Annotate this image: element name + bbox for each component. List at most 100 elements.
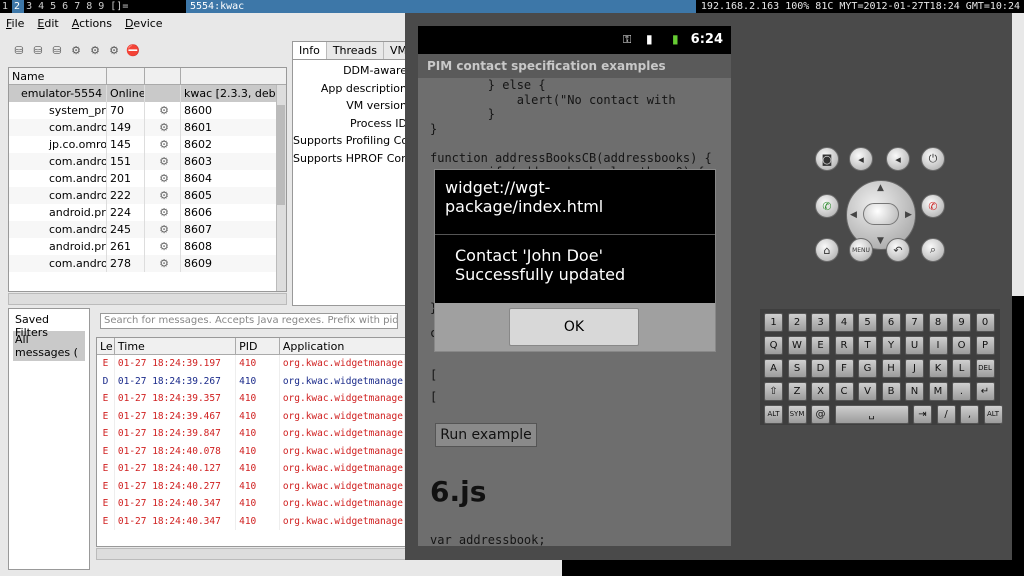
debug-process-icon[interactable]: ⛁: [12, 43, 26, 57]
key-3-9[interactable]: ↵: [975, 382, 995, 401]
log-row[interactable]: E 01-27 18:24:40.127 410 org.kwac.widgetman…: [97, 460, 405, 478]
key-1-3[interactable]: R: [834, 336, 854, 355]
key-1-7[interactable]: I: [928, 336, 948, 355]
key-2-5[interactable]: H: [881, 359, 901, 378]
key-3-8[interactable]: .: [952, 382, 971, 401]
update-heap-icon[interactable]: ⛁: [31, 43, 45, 57]
key-1-6[interactable]: U: [905, 336, 924, 355]
key-0-8[interactable]: 9: [952, 313, 971, 332]
home-icon[interactable]: ⌂: [815, 238, 839, 262]
end-call-icon[interactable]: ✆: [921, 194, 945, 218]
process-row[interactable]: com.android.278⚙8609: [9, 255, 286, 272]
process-row[interactable]: com.android.222⚙8605: [9, 187, 286, 204]
log-row[interactable]: E 01-27 18:24:39.467 410 org.kwac.widgetman…: [97, 407, 405, 425]
workspace-3[interactable]: 3: [24, 0, 36, 13]
dpad-right-icon[interactable]: ▶: [905, 210, 912, 220]
key-3-6[interactable]: N: [905, 382, 924, 401]
key-3-1[interactable]: Z: [787, 382, 807, 401]
key-4-6[interactable]: ,: [960, 405, 979, 424]
key-3-2[interactable]: X: [811, 382, 830, 401]
workspace-1[interactable]: 1: [0, 0, 12, 13]
column-application[interactable]: Application: [280, 338, 405, 354]
key-0-7[interactable]: 8: [928, 313, 948, 332]
key-0-6[interactable]: 7: [905, 313, 924, 332]
key-1-4[interactable]: T: [858, 336, 877, 355]
log-search-input[interactable]: Search for messages. Accepts Java regexe…: [100, 313, 398, 329]
key-2-8[interactable]: L: [952, 359, 971, 378]
key-1-5[interactable]: Y: [881, 336, 901, 355]
key-1-1[interactable]: W: [787, 336, 807, 355]
dpad-center-button[interactable]: [863, 203, 899, 225]
key-2-1[interactable]: S: [787, 359, 807, 378]
log-row[interactable]: E 01-27 18:24:39.197 410 org.kwac.widgetman…: [97, 355, 405, 373]
log-row[interactable]: E 01-27 18:24:40.277 410 org.kwac.widgetman…: [97, 477, 405, 495]
log-row[interactable]: E 01-27 18:24:40.078 410 org.kwac.widgetman…: [97, 442, 405, 460]
process-row[interactable]: com.android.149⚙8601: [9, 119, 286, 136]
workspace-5[interactable]: 5: [48, 0, 60, 13]
log-row[interactable]: E 01-27 18:24:40.347 410 org.kwac.widgetman…: [97, 495, 405, 513]
camera-icon[interactable]: ◙: [815, 147, 839, 171]
volume-down-icon[interactable]: ◂: [849, 147, 873, 171]
filter-all-messages[interactable]: All messages (: [13, 331, 85, 361]
key-4-3[interactable]: ␣: [834, 405, 909, 424]
update-threads-icon[interactable]: ⚙: [88, 43, 102, 57]
column-time[interactable]: Time: [115, 338, 237, 354]
menu-button[interactable]: MENU: [849, 238, 873, 262]
process-row[interactable]: android.proc224⚙8606: [9, 204, 286, 221]
key-3-4[interactable]: V: [858, 382, 877, 401]
process-row[interactable]: jp.co.omron145⚙8602: [9, 136, 286, 153]
column-port[interactable]: [181, 68, 278, 84]
workspace-7[interactable]: 7: [72, 0, 84, 13]
power-icon[interactable]: ⏻: [921, 147, 945, 171]
device-row[interactable]: emulator-5554Online kwac [2.3.3, debug]: [9, 85, 286, 102]
key-3-7[interactable]: M: [928, 382, 948, 401]
key-1-2[interactable]: E: [811, 336, 830, 355]
key-2-6[interactable]: J: [905, 359, 924, 378]
key-4-0[interactable]: ALT: [764, 405, 783, 424]
key-2-7[interactable]: K: [928, 359, 948, 378]
workspace-4[interactable]: 4: [36, 0, 48, 13]
key-0-3[interactable]: 4: [834, 313, 854, 332]
key-3-0[interactable]: ⇧: [764, 382, 783, 401]
process-row[interactable]: system_process70⚙8600: [9, 102, 286, 119]
key-2-4[interactable]: G: [858, 359, 877, 378]
menu-edit[interactable]: Edit: [37, 17, 58, 30]
log-row[interactable]: E 01-27 18:24:39.847 410 org.kwac.widgetman…: [97, 425, 405, 443]
ok-button[interactable]: OK: [509, 308, 639, 346]
key-3-5[interactable]: B: [881, 382, 901, 401]
workspace-10[interactable]: []=: [108, 0, 132, 13]
column-state[interactable]: [107, 68, 145, 84]
dump-hprof-icon[interactable]: ⛁: [50, 43, 64, 57]
key-0-2[interactable]: 3: [811, 313, 830, 332]
key-0-4[interactable]: 5: [858, 313, 877, 332]
device-table-scrollbar[interactable]: [276, 85, 286, 291]
key-2-3[interactable]: F: [834, 359, 854, 378]
key-0-9[interactable]: 0: [975, 313, 995, 332]
log-row[interactable]: D 01-27 18:24:39.267 410 org.kwac.widgetman…: [97, 372, 405, 390]
key-1-0[interactable]: Q: [764, 336, 783, 355]
device-table-hscrollbar[interactable]: [8, 293, 287, 305]
workspace-8[interactable]: 8: [84, 0, 96, 13]
key-4-5[interactable]: /: [936, 405, 956, 424]
workspace-6[interactable]: 6: [60, 0, 72, 13]
cause-gc-icon[interactable]: ⚙: [69, 43, 83, 57]
column-pid[interactable]: PID: [236, 338, 280, 354]
logcat-hscrollbar[interactable]: [96, 548, 406, 560]
menu-device[interactable]: Device: [125, 17, 163, 30]
process-row[interactable]: com.android.245⚙8607: [9, 221, 286, 238]
process-row[interactable]: com.android.201⚙8604: [9, 170, 286, 187]
dpad-up-icon[interactable]: ▲: [877, 183, 884, 193]
run-example-button[interactable]: Run example: [435, 423, 537, 447]
menu-file[interactable]: File: [6, 17, 24, 30]
column-level[interactable]: Le: [97, 338, 115, 354]
key-4-2[interactable]: @: [811, 405, 830, 424]
log-row[interactable]: E 01-27 18:24:39.357 410 org.kwac.widgetman…: [97, 390, 405, 408]
key-1-8[interactable]: O: [952, 336, 971, 355]
tab-info[interactable]: Info: [293, 42, 327, 59]
key-0-0[interactable]: 1: [764, 313, 783, 332]
column-debug[interactable]: [145, 68, 181, 84]
key-0-1[interactable]: 2: [787, 313, 807, 332]
key-2-9[interactable]: DEL: [975, 359, 995, 378]
key-4-1[interactable]: SYM: [787, 405, 807, 424]
key-3-3[interactable]: C: [834, 382, 854, 401]
